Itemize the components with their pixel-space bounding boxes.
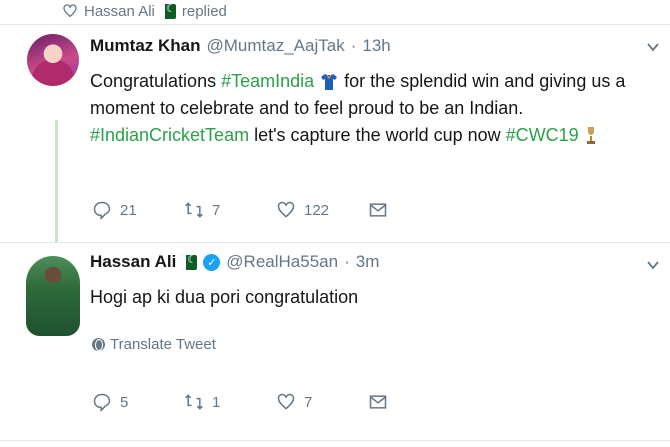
- author-handle[interactable]: @RealHa55an: [226, 252, 338, 272]
- context-line: Hassan Ali replied: [62, 0, 227, 22]
- reply-button[interactable]: 21: [92, 200, 184, 220]
- reply-icon: [93, 201, 111, 220]
- like-count: 122: [304, 201, 330, 219]
- author-name[interactable]: Mumtaz Khan: [90, 36, 201, 56]
- heart-icon: [277, 201, 295, 218]
- author-name[interactable]: Hassan Ali: [90, 252, 176, 272]
- timestamp[interactable]: 13h: [362, 36, 390, 56]
- dm-button[interactable]: [368, 200, 460, 220]
- retweet-icon: [185, 202, 203, 218]
- pakistan-flag-icon: [182, 254, 198, 270]
- verified-badge-icon: ✓: [203, 253, 221, 271]
- like-button[interactable]: 7: [276, 392, 368, 412]
- chevron-down-icon[interactable]: [646, 40, 660, 54]
- retweet-button[interactable]: 1: [184, 392, 276, 412]
- tweet-header: Mumtaz Khan @Mumtaz_AajTak · 13h: [90, 36, 391, 56]
- retweet-icon: [185, 394, 203, 410]
- envelope-icon: [369, 395, 387, 409]
- tweet-header: Hassan Ali ✓ @RealHa55an · 3m: [90, 252, 379, 272]
- separator: ·: [344, 252, 350, 271]
- shirt-icon: [321, 74, 338, 91]
- timestamp[interactable]: 3m: [356, 252, 380, 272]
- divider: [0, 242, 670, 243]
- avatar[interactable]: [27, 34, 79, 86]
- avatar[interactable]: [26, 256, 80, 336]
- context-user[interactable]: Hassan Ali: [84, 3, 155, 20]
- context-action: replied: [181, 2, 227, 20]
- chevron-down-icon[interactable]: [646, 258, 660, 272]
- like-count: 7: [304, 393, 313, 411]
- hashtag-link[interactable]: #TeamIndia: [221, 71, 314, 91]
- globe-icon: [92, 338, 105, 351]
- like-button[interactable]: 122: [276, 200, 368, 220]
- thread-line: [55, 120, 58, 242]
- divider: [0, 440, 670, 441]
- text-segment: Congratulations: [90, 71, 222, 91]
- translate-tweet-link[interactable]: Translate Tweet: [92, 336, 216, 353]
- heart-icon: [277, 393, 295, 410]
- reply-icon: [93, 393, 111, 412]
- tweet-actions: 5 1 7: [92, 392, 460, 412]
- divider: [0, 24, 670, 25]
- reply-button[interactable]: 5: [92, 392, 184, 412]
- text-segment: let's capture the world cup now: [249, 125, 506, 145]
- author-handle[interactable]: @Mumtaz_AajTak: [207, 36, 345, 56]
- retweet-button[interactable]: 7: [184, 200, 276, 220]
- retweet-count: 7: [212, 201, 221, 219]
- reply-count: 21: [120, 201, 137, 219]
- tweet-text: Hogi ap ki dua pori congratulation: [90, 287, 359, 307]
- tweet-actions: 21 7 122: [92, 200, 460, 220]
- heart-outline-icon: [63, 4, 77, 18]
- translate-label: Translate Tweet: [110, 336, 216, 353]
- trophy-icon: [586, 127, 595, 145]
- pakistan-flag-icon: [160, 3, 176, 19]
- tweet-text: Congratulations #TeamIndia for the splen…: [90, 68, 660, 149]
- hashtag-link[interactable]: #CWC19: [506, 125, 579, 145]
- dm-button[interactable]: [368, 392, 460, 412]
- reply-count: 5: [120, 393, 129, 411]
- hashtag-link[interactable]: #IndianCricketTeam: [90, 125, 249, 145]
- envelope-icon: [369, 203, 387, 217]
- separator: ·: [350, 36, 357, 55]
- retweet-count: 1: [212, 393, 221, 411]
